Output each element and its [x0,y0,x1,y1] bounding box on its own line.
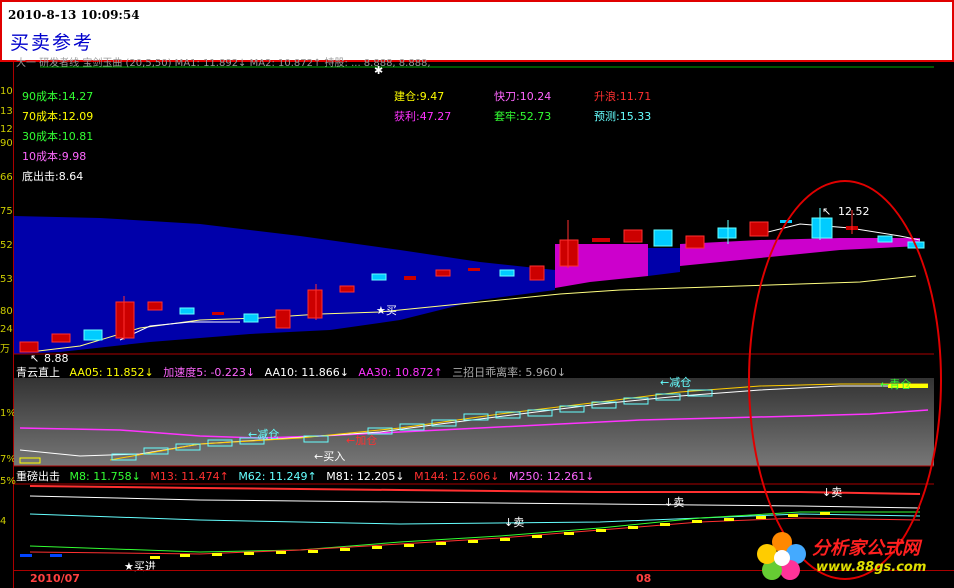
candle [653,229,673,247]
candle [749,221,769,237]
reduce-annotation-1: ←减仓 [660,375,691,389]
cost-10: 10成本:9.98 [22,150,87,163]
bottom-m62: M62: 11.249↑ [238,470,317,483]
candle [212,312,224,315]
mid-panel-header: 青云直上 AA05: 11.852↓ 加速度5: -0.223↓ AA10: 1… [16,364,572,380]
candle [339,285,355,293]
add-annotation: ←加仓 [346,433,377,447]
candle [115,301,135,339]
buy-star-marker: ★买 [376,304,397,317]
reduce-annotation-2: ←减仓 [248,427,279,441]
mid-panel-name: 青云直上 [16,366,60,379]
signal-profit: 获利:47.27 [394,110,452,123]
cost-70: 70成本:12.09 [22,110,94,123]
candle [685,235,705,249]
bottom-m13: M13: 11.474↑ [150,470,229,483]
candle [404,276,416,280]
candle [275,309,291,329]
signal-rise: 升浪:11.71 [594,90,652,103]
candle [499,269,515,277]
star-icon: ✱ [374,64,384,77]
signal-build: 建仓:9.47 [394,90,445,103]
candle [592,238,610,242]
candle [371,273,387,281]
bottom-strike: 底出击:8.64 [22,170,84,183]
mid-deviation: 三招日乖离率: 5.960↓ [452,366,567,379]
watermark-logo: 分析家公式网 www.88gs.com [752,528,952,586]
mid-accel: 加速度5: -0.223↓ [163,366,256,379]
candle [435,269,451,277]
bottom-m250: M250: 12.261↓ [509,470,595,483]
bottom-m81: M81: 12.205↓ [326,470,405,483]
mid-aa05: AA05: 11.852↓ [69,366,154,379]
cost-90: 90成本:14.27 [22,90,94,103]
candle [19,341,39,353]
time-mark: 08 [636,572,652,585]
main-title-line: 大一 研发者线 宝剑玉曲 (20,5,50) MA1: 11.892↓ MA2:… [16,58,431,69]
highlight-circle [748,180,942,580]
candle [559,239,579,267]
bottom-m144: M144: 12.606↓ [414,470,500,483]
logo-name: 分析家公式网 [812,538,920,559]
sell-signal-3: ↓卖 [504,516,524,529]
signal-fast: 快刀:10.24 [494,90,552,103]
mid-aa30: AA30: 10.872↑ [358,366,443,379]
logo-url: www.88gs.com [816,560,927,575]
bottom-panel-header: 重磅出击 M8: 11.758↓ M13: 11.474↑ M62: 11.24… [16,468,600,484]
candle [529,265,545,281]
signal-trapped: 套牢:52.73 [494,110,552,123]
candle [717,227,737,239]
flower-logo-icon [757,532,806,580]
candle [147,301,163,311]
bottom-m8: M8: 11.758↓ [69,470,141,483]
candle [51,333,71,343]
candle [307,289,323,319]
candle [623,229,643,243]
candle [83,329,103,341]
signal-forecast: 预测:15.33 [594,110,652,123]
sell-signal-1: ↓卖 [664,496,684,509]
cost-30: 30成本:10.81 [22,130,94,143]
blue-band-segment [648,248,680,276]
bottom-panel-name: 重磅出击 [16,470,60,483]
candle [179,307,195,315]
candle [468,268,480,271]
mid-aa10: AA10: 11.866↓ [264,366,349,379]
candle [243,313,259,323]
time-start: 2010/07 [30,572,80,585]
buy-annotation: ←买入 [314,450,345,463]
